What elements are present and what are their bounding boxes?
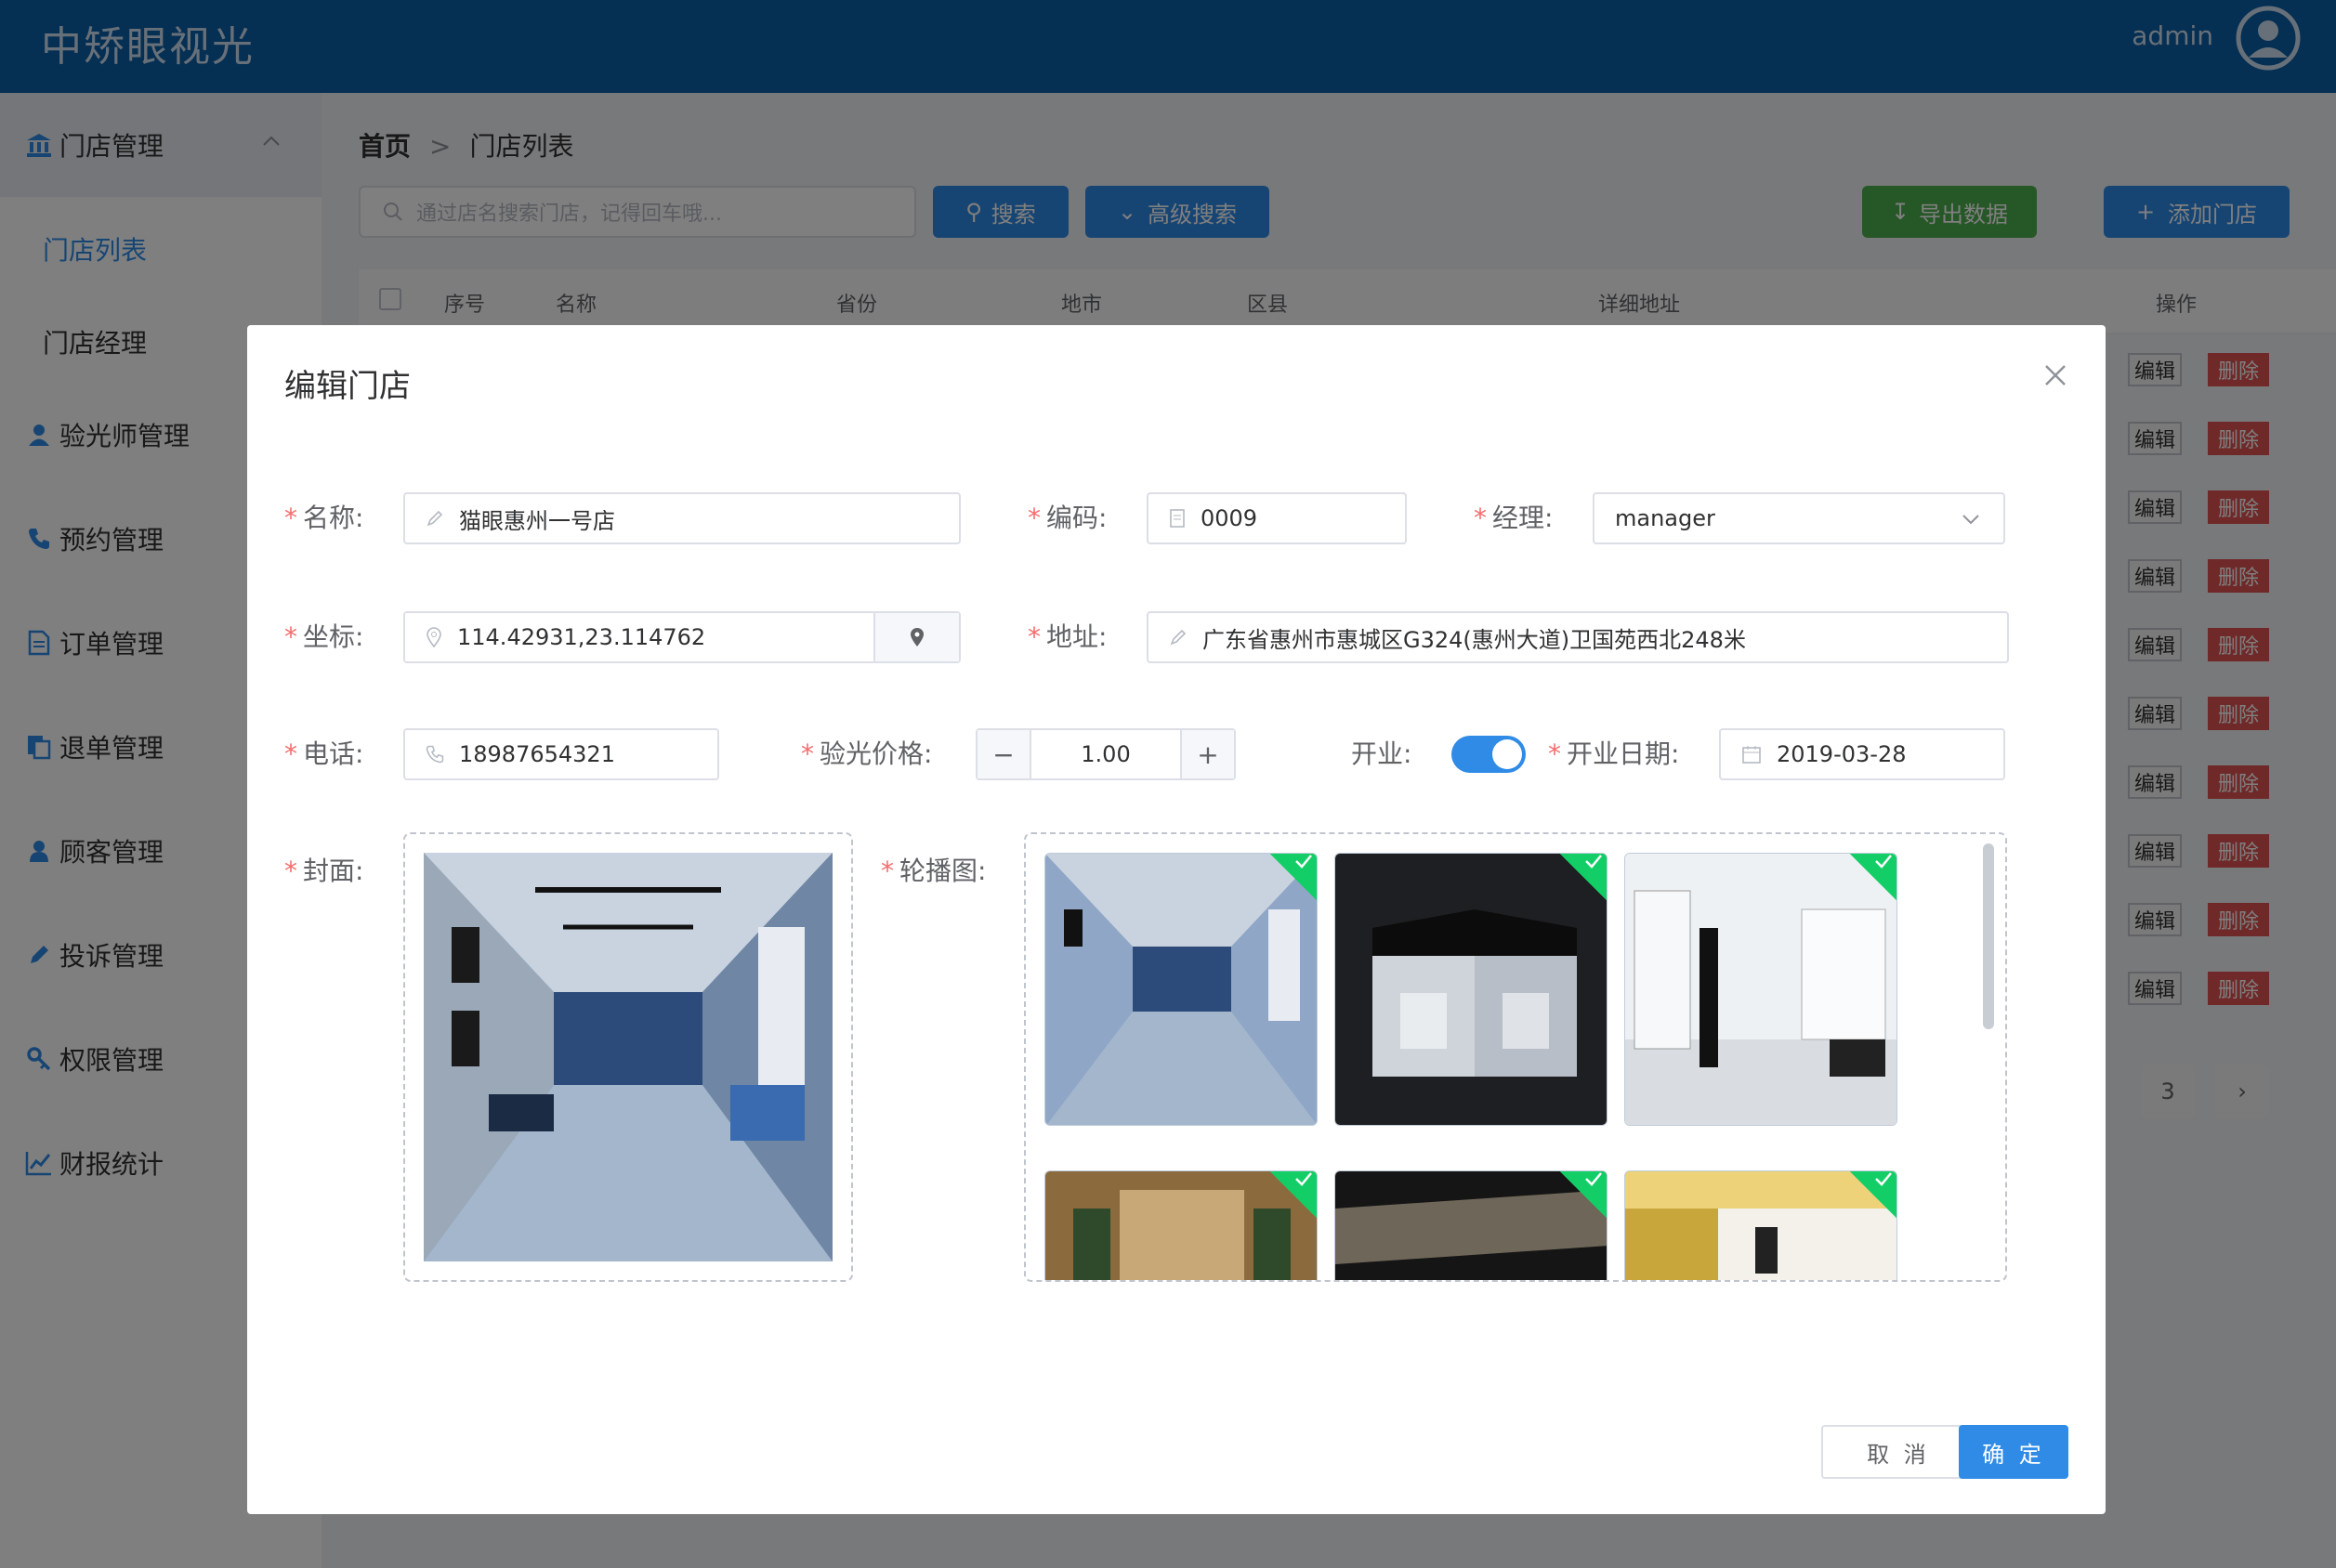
address-input[interactable]: 广东省惠州市惠城区G324(惠州大道)卫国苑西北248米 — [1147, 611, 2009, 663]
price-label: * 验光价格: — [801, 738, 933, 769]
open-date-picker[interactable]: 2019-03-28 — [1719, 728, 2005, 780]
location-icon — [911, 628, 924, 647]
edit-icon — [426, 509, 444, 528]
carousel-image-3[interactable] — [1624, 853, 1897, 1126]
switch-knob — [1492, 739, 1522, 769]
address-label: * 地址: — [1028, 621, 1108, 652]
carousel-uploader[interactable] — [1024, 832, 2007, 1282]
code-label: * 编码: — [1028, 503, 1108, 533]
phone-value: 18987654321 — [459, 741, 615, 767]
document-icon — [1169, 508, 1186, 529]
coords-label: * 坐标: — [284, 621, 364, 652]
open-date-label: * 开业日期: — [1548, 738, 1680, 769]
phone-icon — [426, 745, 444, 764]
chevron-down-icon — [1962, 515, 1979, 525]
open-label: 开业: — [1351, 738, 1412, 769]
carousel-image-4[interactable] — [1044, 1170, 1318, 1280]
address-value: 广东省惠州市惠城区G324(惠州大道)卫国苑西北248米 — [1202, 626, 1746, 653]
carousel-image-6[interactable] — [1624, 1170, 1897, 1280]
edit-icon — [1169, 628, 1188, 647]
manager-label: * 经理: — [1474, 503, 1554, 533]
carousel-image-1[interactable] — [1044, 853, 1318, 1126]
phone-input[interactable]: 18987654321 — [403, 728, 719, 780]
cover-image — [424, 853, 833, 1261]
calendar-icon — [1741, 744, 1762, 764]
dialog-title: 编辑门店 — [284, 368, 411, 405]
carousel-scrollbar[interactable] — [1983, 843, 1994, 1029]
coords-input[interactable]: 114.42931,23.114762 — [403, 611, 961, 663]
carousel-image-2[interactable] — [1334, 853, 1608, 1126]
open-date-value: 2019-03-28 — [1777, 741, 1907, 767]
manager-value: manager — [1615, 505, 1715, 531]
phone-label: * 电话: — [284, 738, 364, 769]
coords-value: 114.42931,23.114762 — [457, 624, 706, 650]
carousel-label: * 轮播图: — [881, 856, 987, 886]
close-icon[interactable] — [2042, 362, 2068, 388]
cancel-button[interactable]: 取 消 — [1821, 1425, 1975, 1479]
name-input[interactable]: 猫眼惠州一号店 — [403, 492, 961, 544]
increment-button[interactable]: + — [1180, 730, 1234, 778]
edit-store-dialog: 编辑门店 * 名称: 猫眼惠州一号店 * 编码: 0009 * 经理: manager… — [247, 325, 2106, 1514]
pick-location-button[interactable] — [873, 613, 959, 661]
name-value: 猫眼惠州一号店 — [459, 507, 615, 534]
price-value[interactable]: 1.00 — [1031, 730, 1180, 778]
code-value: 0009 — [1201, 505, 1258, 531]
manager-select[interactable]: manager — [1593, 492, 2005, 544]
code-input[interactable]: 0009 — [1147, 492, 1407, 544]
open-switch[interactable] — [1451, 736, 1526, 773]
location-pin-icon — [426, 627, 442, 647]
decrement-button[interactable]: − — [978, 730, 1031, 778]
cover-uploader[interactable] — [403, 832, 853, 1282]
price-stepper[interactable]: − 1.00 + — [976, 728, 1236, 780]
confirm-button[interactable]: 确 定 — [1959, 1425, 2068, 1479]
name-label: * 名称: — [284, 503, 364, 533]
carousel-image-5[interactable] — [1334, 1170, 1608, 1280]
cover-label: * 封面: — [284, 856, 364, 886]
